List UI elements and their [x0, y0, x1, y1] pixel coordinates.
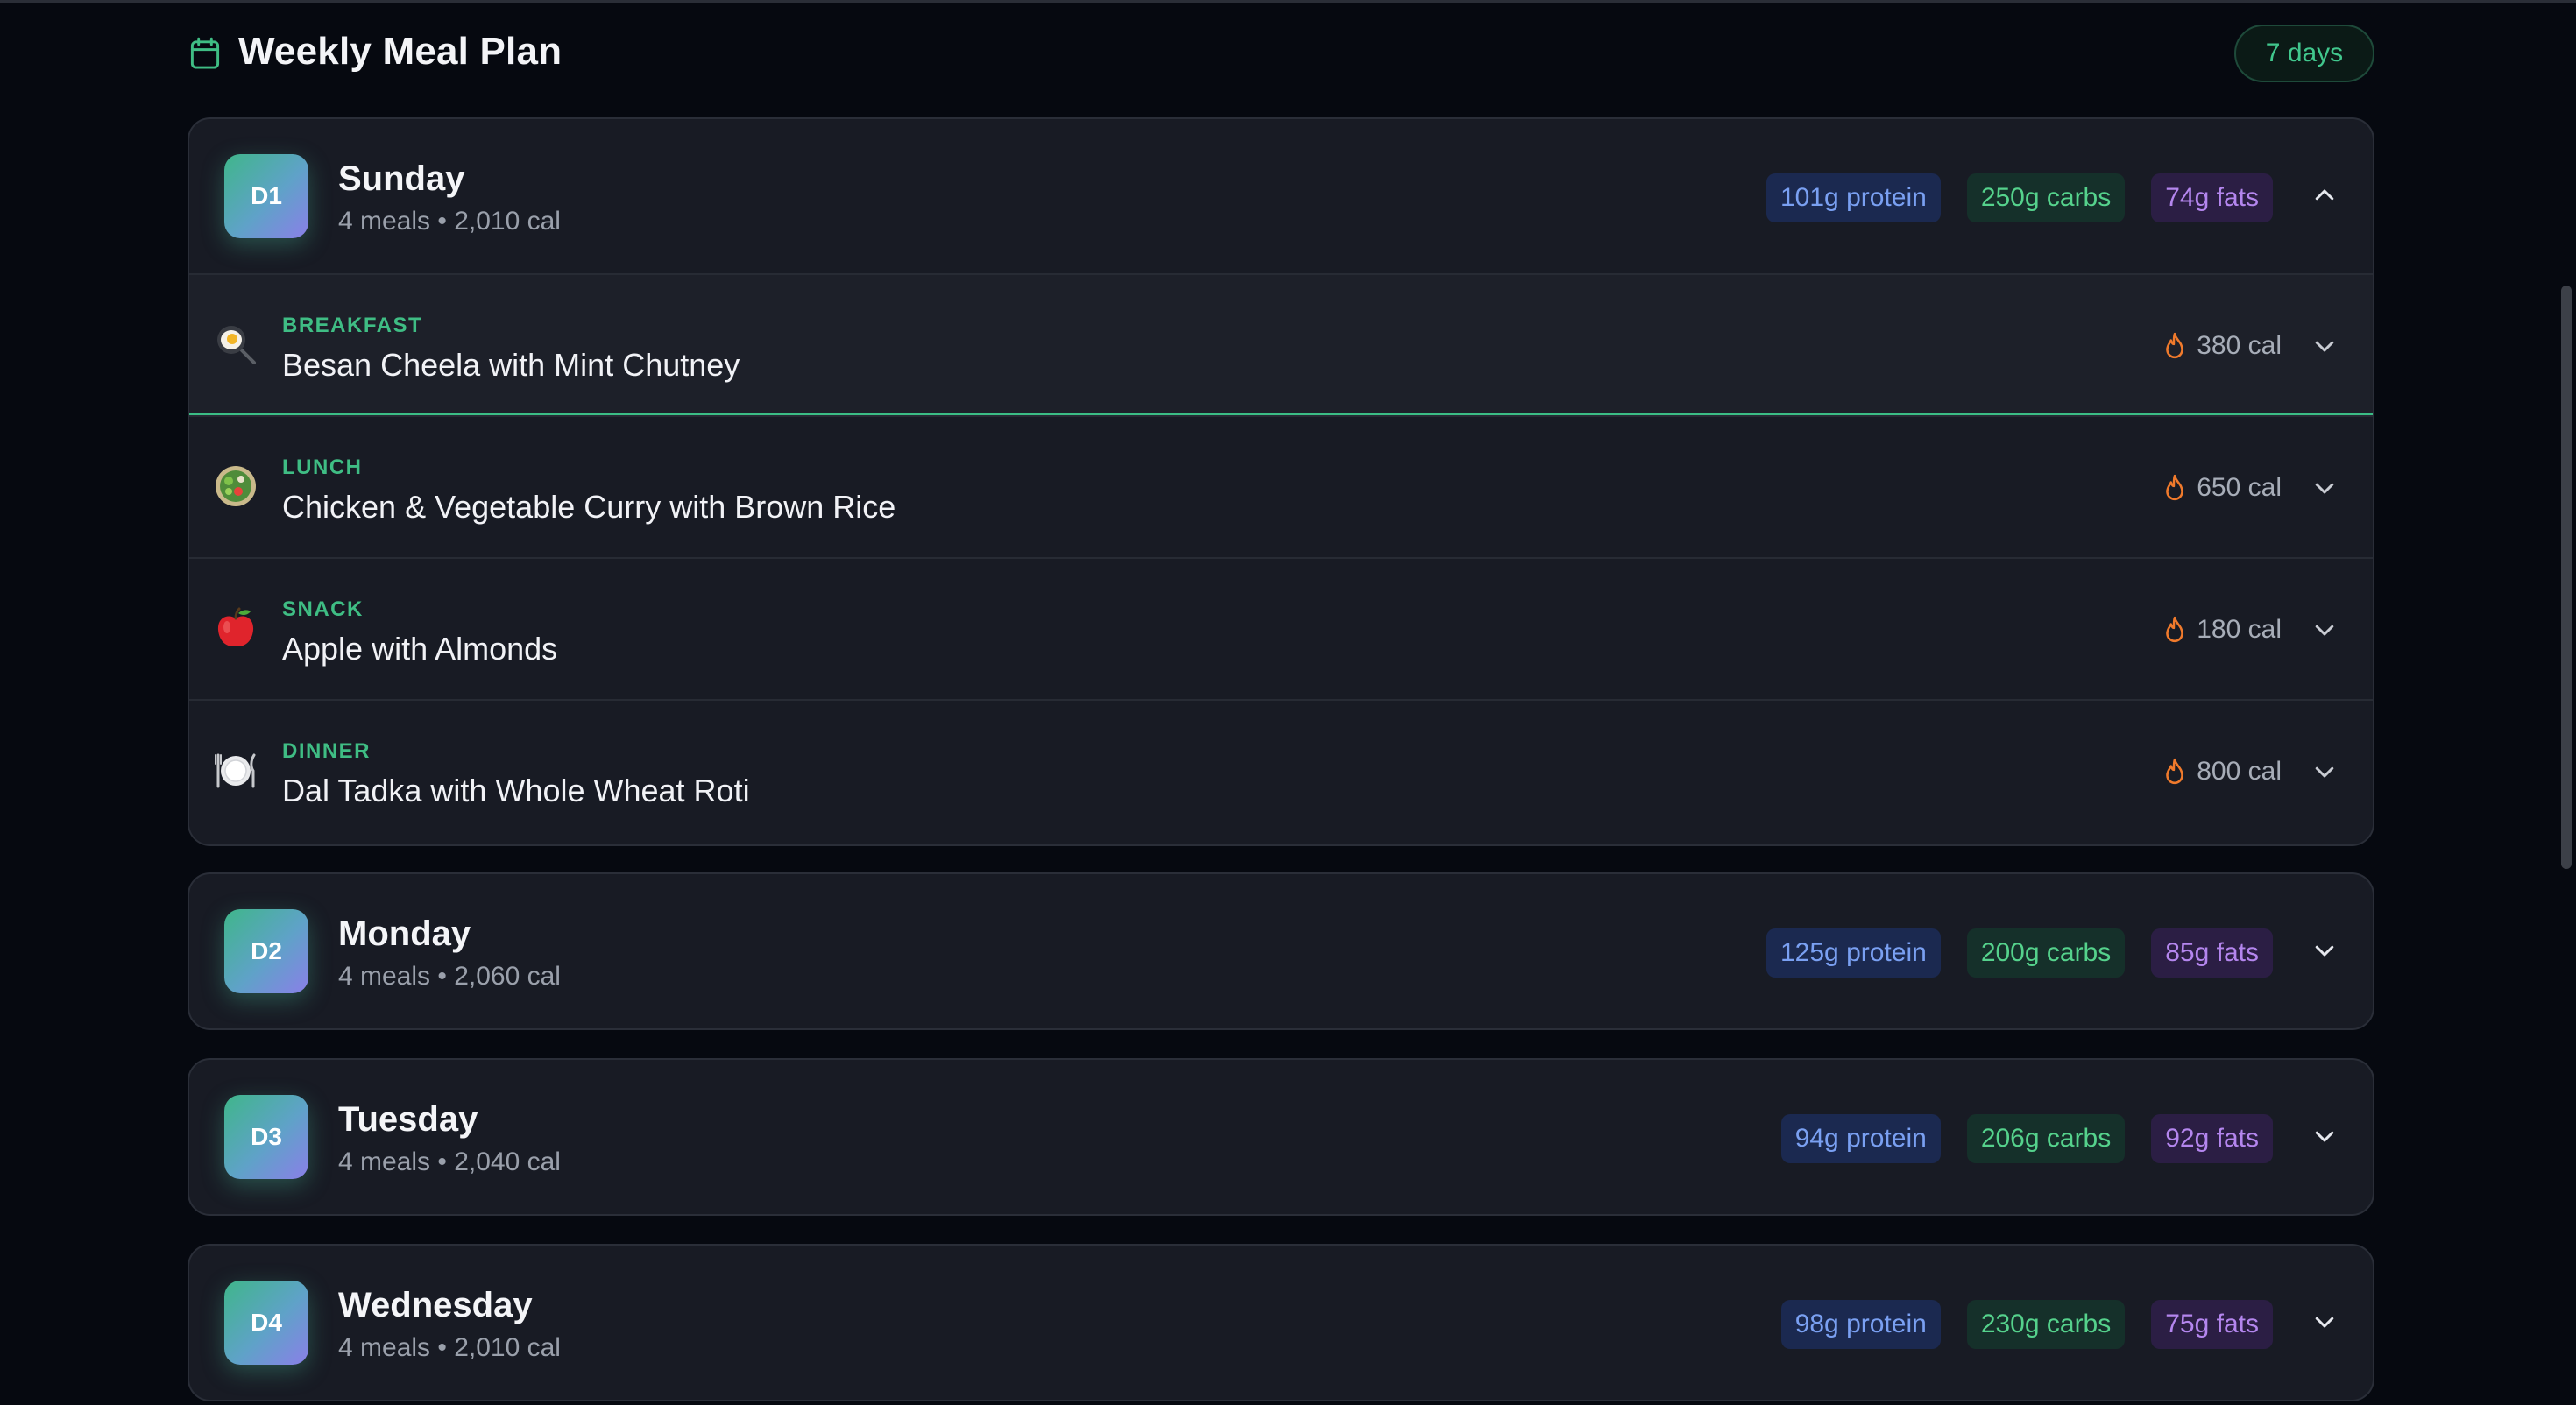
day-summary: 4 meals • 2,060 cal	[338, 962, 561, 991]
macro-badges: 101g protein 250g carbs 74g fats	[1766, 173, 2273, 222]
carbs-badge: 250g carbs	[1966, 173, 2126, 222]
page-title: Weekly Meal Plan	[238, 30, 563, 73]
day-badge: D1	[224, 154, 308, 238]
macro-badges: 94g protein 206g carbs 92g fats	[1780, 1114, 2273, 1163]
meal-name: Chicken & Vegetable Curry with Brown Ric…	[282, 489, 896, 525]
meal-calories: 380 cal	[2163, 331, 2282, 361]
carbs-badge: 200g carbs	[1966, 928, 2126, 978]
plate-cutlery-icon	[215, 753, 256, 788]
day-summary: 4 meals • 2,010 cal	[338, 207, 561, 236]
day-name: Sunday	[338, 159, 465, 198]
meal-type: BREAKFAST	[282, 314, 423, 337]
carbs-badge: 206g carbs	[1966, 1114, 2126, 1163]
calorie-value: 800 cal	[2197, 757, 2282, 786]
chevron-down-icon[interactable]	[2311, 475, 2338, 501]
meal-name: Apple with Almonds	[282, 631, 558, 667]
meal-type: DINNER	[282, 739, 372, 763]
day-summary: 4 meals • 2,010 cal	[338, 1333, 561, 1362]
day-badge: D4	[224, 1281, 308, 1365]
flame-icon	[2166, 758, 2184, 785]
chevron-down-icon[interactable]	[2311, 759, 2338, 785]
frying-pan-icon	[217, 326, 256, 364]
meal-name: Dal Tadka with Whole Wheat Roti	[282, 773, 750, 808]
fats-badge: 85g fats	[2151, 928, 2273, 978]
fats-badge: 75g fats	[2151, 1300, 2273, 1349]
calorie-value: 180 cal	[2197, 615, 2282, 644]
meal-type: LUNCH	[282, 455, 363, 479]
day-badge: D2	[224, 909, 308, 993]
fats-badge: 92g fats	[2151, 1114, 2273, 1163]
meal-name: Besan Cheela with Mint Chutney	[282, 347, 740, 383]
day-name: Wednesday	[338, 1286, 533, 1324]
meal-calories: 180 cal	[2163, 615, 2282, 645]
day-header-tuesday[interactable]: D3 Tuesday 4 meals • 2,040 cal 94g prote…	[189, 1060, 2373, 1214]
scrollbar-thumb[interactable]	[2561, 286, 2572, 869]
salad-bowl-icon	[216, 466, 256, 506]
calorie-value: 380 cal	[2197, 331, 2282, 360]
day-header-sunday[interactable]: D1 Sunday 4 meals • 2,010 cal 101g prote…	[189, 119, 2373, 273]
day-card-monday: D2 Monday 4 meals • 2,060 cal 125g prote…	[188, 872, 2374, 1030]
day-name: Tuesday	[338, 1100, 478, 1139]
day-header-monday[interactable]: D2 Monday 4 meals • 2,060 cal 125g prote…	[189, 874, 2373, 1028]
chevron-down-icon[interactable]	[2311, 617, 2338, 643]
chevron-down-icon[interactable]	[2311, 1123, 2338, 1149]
day-header-wednesday[interactable]: D4 Wednesday 4 meals • 2,010 cal 98g pro…	[189, 1246, 2373, 1400]
day-summary: 4 meals • 2,040 cal	[338, 1147, 561, 1176]
meal-type: SNACK	[282, 597, 364, 621]
day-card-sunday: D1 Sunday 4 meals • 2,010 cal 101g prote…	[188, 117, 2374, 846]
chevron-down-icon[interactable]	[2311, 1309, 2338, 1335]
protein-badge: 125g protein	[1766, 928, 1941, 978]
flame-icon	[2166, 616, 2184, 643]
calorie-value: 650 cal	[2197, 473, 2282, 502]
chevron-up-icon[interactable]	[2311, 182, 2338, 208]
meal-row-dinner[interactable]: DINNER Dal Tadka with Whole Wheat Roti 8…	[189, 699, 2373, 841]
day-badge: D3	[224, 1095, 308, 1179]
meal-row-snack[interactable]: SNACK Apple with Almonds 180 cal	[189, 557, 2373, 699]
flame-icon	[2166, 332, 2184, 359]
meal-row-lunch[interactable]: LUNCH Chicken & Vegetable Curry with Bro…	[189, 415, 2373, 557]
chevron-down-icon[interactable]	[2311, 333, 2338, 359]
meal-row-breakfast[interactable]: BREAKFAST Besan Cheela with Mint Chutney…	[189, 273, 2373, 415]
apple-icon	[217, 607, 254, 646]
protein-badge: 98g protein	[1780, 1300, 1941, 1349]
chevron-down-icon[interactable]	[2311, 937, 2338, 964]
plan-header: Weekly Meal Plan 7 days	[188, 0, 2374, 105]
day-card-wednesday: D4 Wednesday 4 meals • 2,010 cal 98g pro…	[188, 1244, 2374, 1401]
days-count-badge: 7 days	[2234, 25, 2374, 82]
calendar-icon	[190, 37, 220, 69]
flame-icon	[2166, 474, 2184, 501]
carbs-badge: 230g carbs	[1966, 1300, 2126, 1349]
protein-badge: 94g protein	[1780, 1114, 1941, 1163]
meal-calories: 650 cal	[2163, 473, 2282, 503]
day-name: Monday	[338, 914, 471, 953]
macro-badges: 98g protein 230g carbs 75g fats	[1780, 1300, 2273, 1349]
protein-badge: 101g protein	[1766, 173, 1941, 222]
meal-calories: 800 cal	[2163, 757, 2282, 787]
macro-badges: 125g protein 200g carbs 85g fats	[1766, 928, 2273, 978]
day-card-tuesday: D3 Tuesday 4 meals • 2,040 cal 94g prote…	[188, 1058, 2374, 1216]
weekly-meal-plan: Weekly Meal Plan 7 days D1 Sunday 4 meal…	[188, 0, 2374, 1401]
fats-badge: 74g fats	[2151, 173, 2273, 222]
